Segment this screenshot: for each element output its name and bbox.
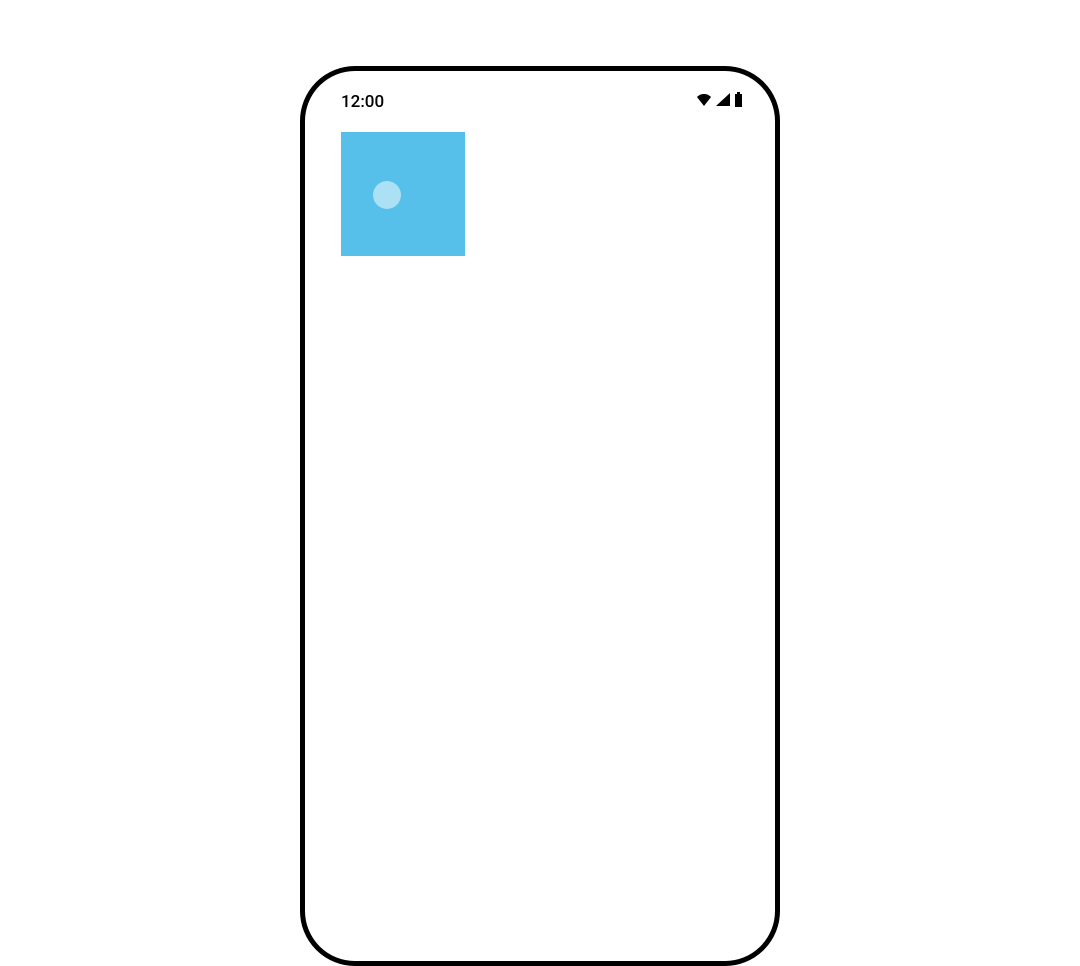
- app-content: [305, 112, 775, 276]
- battery-icon: [734, 92, 743, 112]
- wifi-icon: [695, 92, 713, 112]
- touch-ripple: [373, 181, 401, 209]
- draggable-box[interactable]: [341, 132, 465, 256]
- status-icons: [695, 92, 743, 112]
- clock-time: 12:00: [341, 92, 384, 112]
- status-bar: 12:00: [305, 71, 775, 112]
- cellular-icon: [715, 92, 732, 112]
- device-frame: 12:00: [300, 66, 780, 966]
